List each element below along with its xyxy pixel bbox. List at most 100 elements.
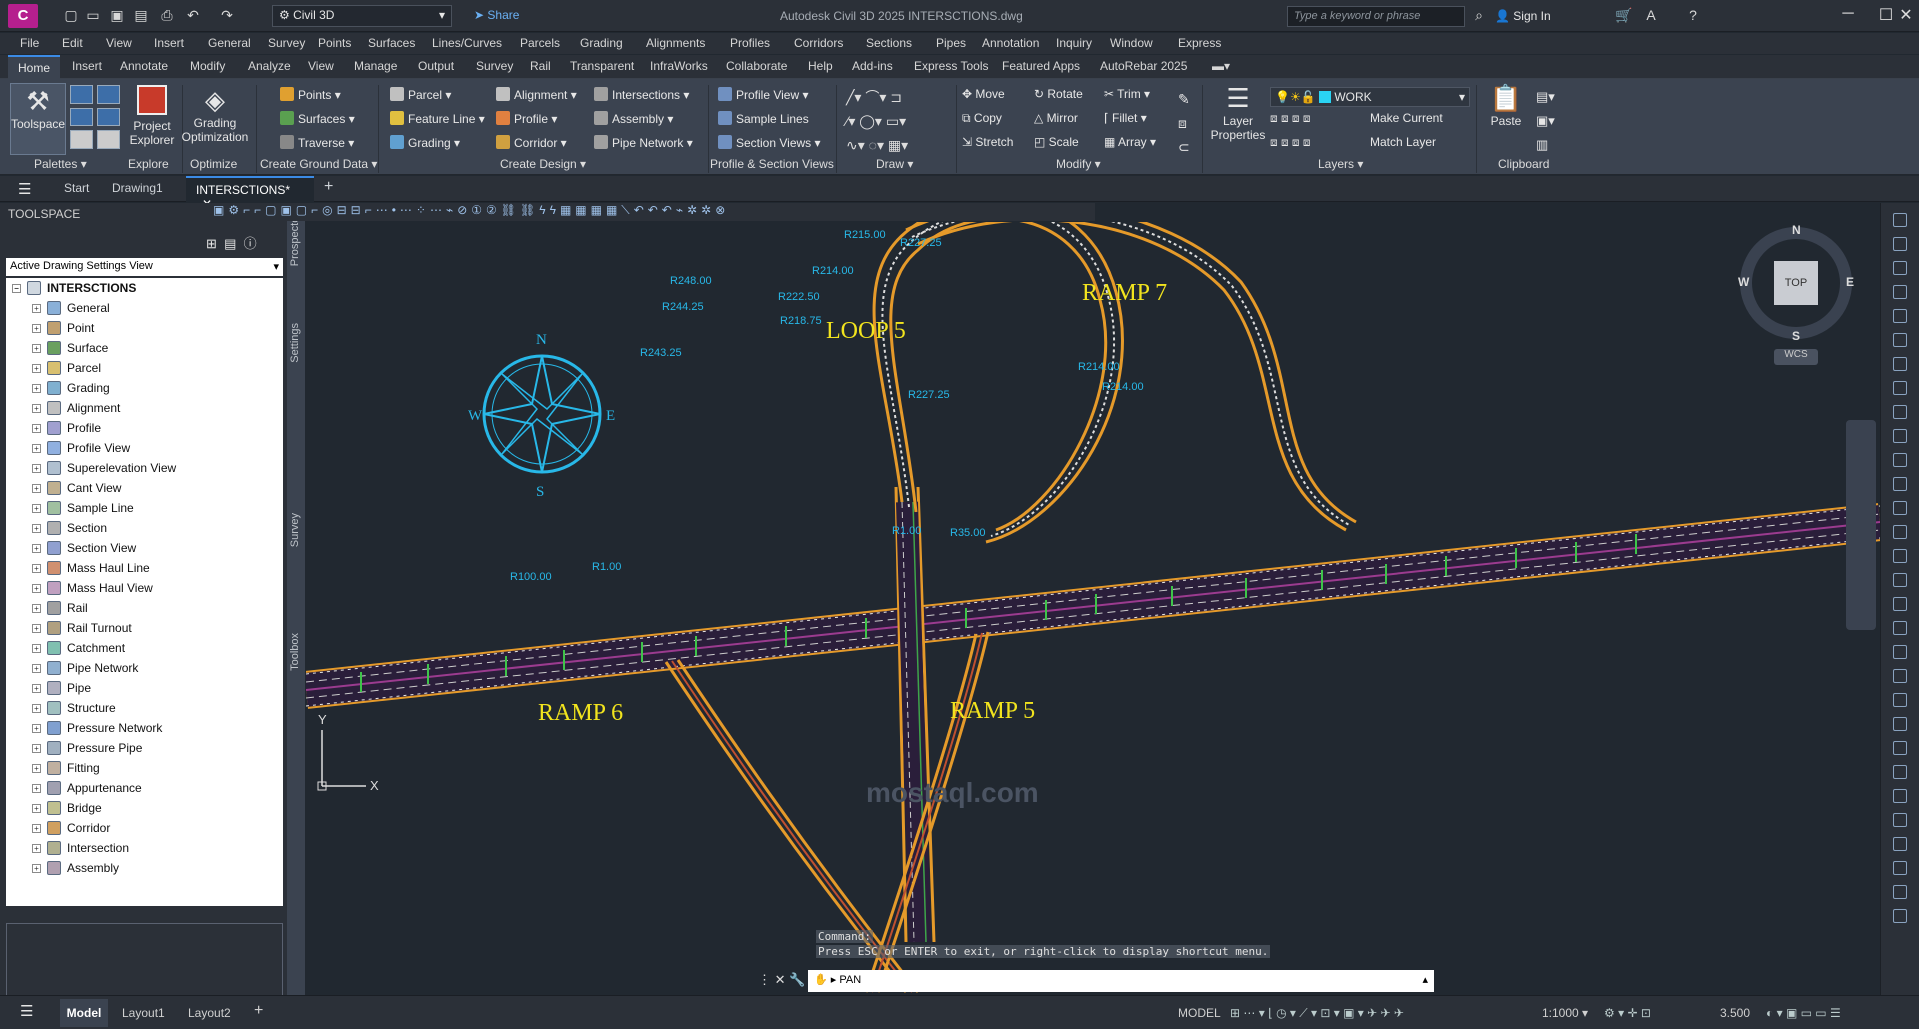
layer-dropdown[interactable]: 💡☀🔓 WORK ▾ — [1270, 87, 1470, 107]
project-explorer-button[interactable]: Project Explorer — [126, 83, 178, 155]
tree-item-parcel[interactable]: + Parcel — [6, 358, 283, 378]
tree-item-general[interactable]: + General — [6, 298, 283, 318]
grading-optimization-button[interactable]: ◈ Grading Optimization — [180, 83, 250, 155]
tab-model[interactable]: Model — [60, 999, 108, 1027]
panel-layers[interactable]: Layers ▾ — [1318, 157, 1363, 171]
tab-home[interactable]: Home — [8, 55, 60, 79]
layer-iso-icon[interactable]: ⧈ ⧈ ⧈ ⧈ — [1270, 135, 1311, 149]
notes-icon[interactable] — [97, 130, 120, 149]
region-icon[interactable]: ▦▾ — [888, 137, 908, 153]
tool-palette-icon[interactable] — [1893, 429, 1907, 443]
tree-item-profile-view[interactable]: + Profile View — [6, 438, 283, 458]
surfaces-button[interactable]: Surfaces ▾ — [280, 111, 355, 126]
tree-item-surface[interactable]: + Surface — [6, 338, 283, 358]
survey-icon[interactable] — [70, 107, 93, 127]
ribbon-options-icon[interactable]: ▬▾ — [1212, 59, 1230, 73]
menu-sections[interactable]: Sections — [866, 36, 912, 50]
menu-profiles[interactable]: Profiles — [730, 36, 770, 50]
tool-palette-icon[interactable] — [1893, 885, 1907, 899]
save-icon[interactable]: ▣ — [108, 6, 126, 24]
sign-in-button[interactable]: 👤 Sign In — [1495, 9, 1551, 23]
wcs-button[interactable]: WCS — [1774, 349, 1818, 365]
section-views-button[interactable]: Section Views ▾ — [718, 135, 821, 150]
preview-icon[interactable]: ▤ — [224, 236, 236, 251]
menu-grading[interactable]: Grading — [580, 36, 623, 50]
tool-palette-icon[interactable] — [1893, 309, 1907, 323]
workspace-select[interactable]: ⚙ Civil 3D ▾ — [272, 5, 452, 27]
tool-palette-icon[interactable] — [1893, 501, 1907, 515]
ramp-5-label[interactable]: RAMP 5 — [950, 698, 1035, 724]
tool-palette-icon[interactable] — [1893, 621, 1907, 635]
menu-surfaces[interactable]: Surfaces — [368, 36, 415, 50]
properties-icon[interactable] — [70, 130, 93, 149]
app-logo[interactable]: C — [8, 4, 38, 28]
tool-palette-icon[interactable] — [1893, 741, 1907, 755]
tool-palette-icon[interactable] — [1893, 693, 1907, 707]
menu-window[interactable]: Window — [1110, 36, 1153, 50]
copy-button[interactable]: ⧉ Copy — [962, 111, 1002, 126]
undo-icon[interactable]: ↶ — [184, 6, 202, 24]
tab-survey[interactable]: Survey — [289, 513, 303, 547]
profile-button[interactable]: Profile ▾ — [496, 111, 557, 126]
tab-layout2[interactable]: Layout2 — [188, 1006, 231, 1020]
tool-palette-icon[interactable] — [1893, 285, 1907, 299]
tab-autorebar[interactable]: AutoRebar 2025 — [1100, 59, 1187, 73]
rectangle-icon[interactable]: ▭▾ — [886, 113, 906, 129]
tab-manage[interactable]: Manage — [354, 59, 397, 73]
tool-palette-icon[interactable] — [1893, 717, 1907, 731]
grading-button[interactable]: Grading ▾ — [390, 135, 460, 150]
tree-item-sample-line[interactable]: + Sample Line — [6, 498, 283, 518]
offset-icon[interactable]: ⊂ — [1178, 139, 1190, 155]
panel-create-ground-data[interactable]: Create Ground Data ▾ — [260, 157, 377, 171]
tree-item-section-view[interactable]: + Section View — [6, 538, 283, 558]
hamburger-menu-icon[interactable]: ☰ — [18, 180, 31, 198]
tree-item-superelevation-view[interactable]: + Superelevation View — [6, 458, 283, 478]
tab-help[interactable]: Help — [808, 59, 833, 73]
circle-icon[interactable]: ◯▾ — [859, 113, 882, 129]
tool-palette-icon[interactable] — [1893, 261, 1907, 275]
viewcube-top-face[interactable]: TOP — [1774, 261, 1818, 305]
menu-alignments[interactable]: Alignments — [646, 36, 705, 50]
toolspace-button[interactable]: ⚒ Toolspace — [10, 83, 66, 155]
tab-infraworks[interactable]: InfraWorks — [650, 59, 708, 73]
array-button[interactable]: ▦ Array ▾ — [1104, 135, 1156, 149]
tab-survey[interactable]: Survey — [476, 59, 513, 73]
viewcube-n[interactable]: N — [1792, 223, 1801, 237]
viewcube-s[interactable]: S — [1792, 329, 1800, 343]
tree-item-catchment[interactable]: + Catchment — [6, 638, 283, 658]
arc-icon[interactable]: ⊐ — [890, 89, 902, 105]
annotation-value[interactable]: 3.500 — [1720, 1006, 1750, 1020]
workspace-tools[interactable]: ⚙ ▾ ✛ ⊡ — [1604, 1006, 1651, 1020]
tool-palette-icon[interactable] — [1893, 837, 1907, 851]
menu-general[interactable]: General — [208, 36, 251, 50]
drawing-canvas[interactable]: LOOP 5 RAMP 7 RAMP 6 RAMP 5 R215.00 R227… — [306, 222, 1880, 995]
feature-line-button[interactable]: Feature Line ▾ — [390, 111, 485, 126]
point-icon[interactable]: ⁄▾ — [846, 113, 855, 129]
tab-layout1[interactable]: Layout1 — [122, 1006, 165, 1020]
tree-item-fitting[interactable]: + Fitting — [6, 758, 283, 778]
tool-palette-icon[interactable] — [1893, 861, 1907, 875]
tab-analyze[interactable]: Analyze — [248, 59, 291, 73]
rotate-button[interactable]: ↻ Rotate — [1034, 87, 1083, 101]
tool-palette-icon[interactable] — [1893, 453, 1907, 467]
tool-palette-icon[interactable] — [1893, 333, 1907, 347]
tool-palette-icon[interactable] — [1893, 669, 1907, 683]
tab-view[interactable]: View — [308, 59, 334, 73]
tab-rail[interactable]: Rail — [530, 59, 551, 73]
tree-item-grading[interactable]: + Grading — [6, 378, 283, 398]
viewcube-w[interactable]: W — [1738, 275, 1749, 289]
intersections-button[interactable]: Intersections ▾ — [594, 87, 689, 102]
tab-drawing1[interactable]: Drawing1 — [112, 181, 163, 195]
close-command-icon[interactable]: ⋮ ✕ — [758, 972, 786, 987]
layout-menu-icon[interactable]: ☰ — [20, 1002, 33, 1020]
tree-item-pressure-pipe[interactable]: + Pressure Pipe — [6, 738, 283, 758]
view-cube[interactable]: TOP N S W E WCS — [1738, 223, 1854, 365]
status-toggles[interactable]: ⊞ ⋯ ▾ ⌊ ◷ ▾ ⟋ ▾ ⊡ ▾ ▣ ▾ ✈ ✈ ✈ — [1230, 1006, 1404, 1021]
menu-lines-curves[interactable]: Lines/Curves — [432, 36, 502, 50]
tool-palette-icon[interactable] — [1893, 237, 1907, 251]
tree-item-assembly[interactable]: + Assembly — [6, 858, 283, 878]
ramp-6-label[interactable]: RAMP 6 — [538, 700, 623, 726]
tool-palette-icon[interactable] — [1893, 477, 1907, 491]
tree-item-alignment[interactable]: + Alignment — [6, 398, 283, 418]
viewcube-e[interactable]: E — [1846, 275, 1854, 289]
